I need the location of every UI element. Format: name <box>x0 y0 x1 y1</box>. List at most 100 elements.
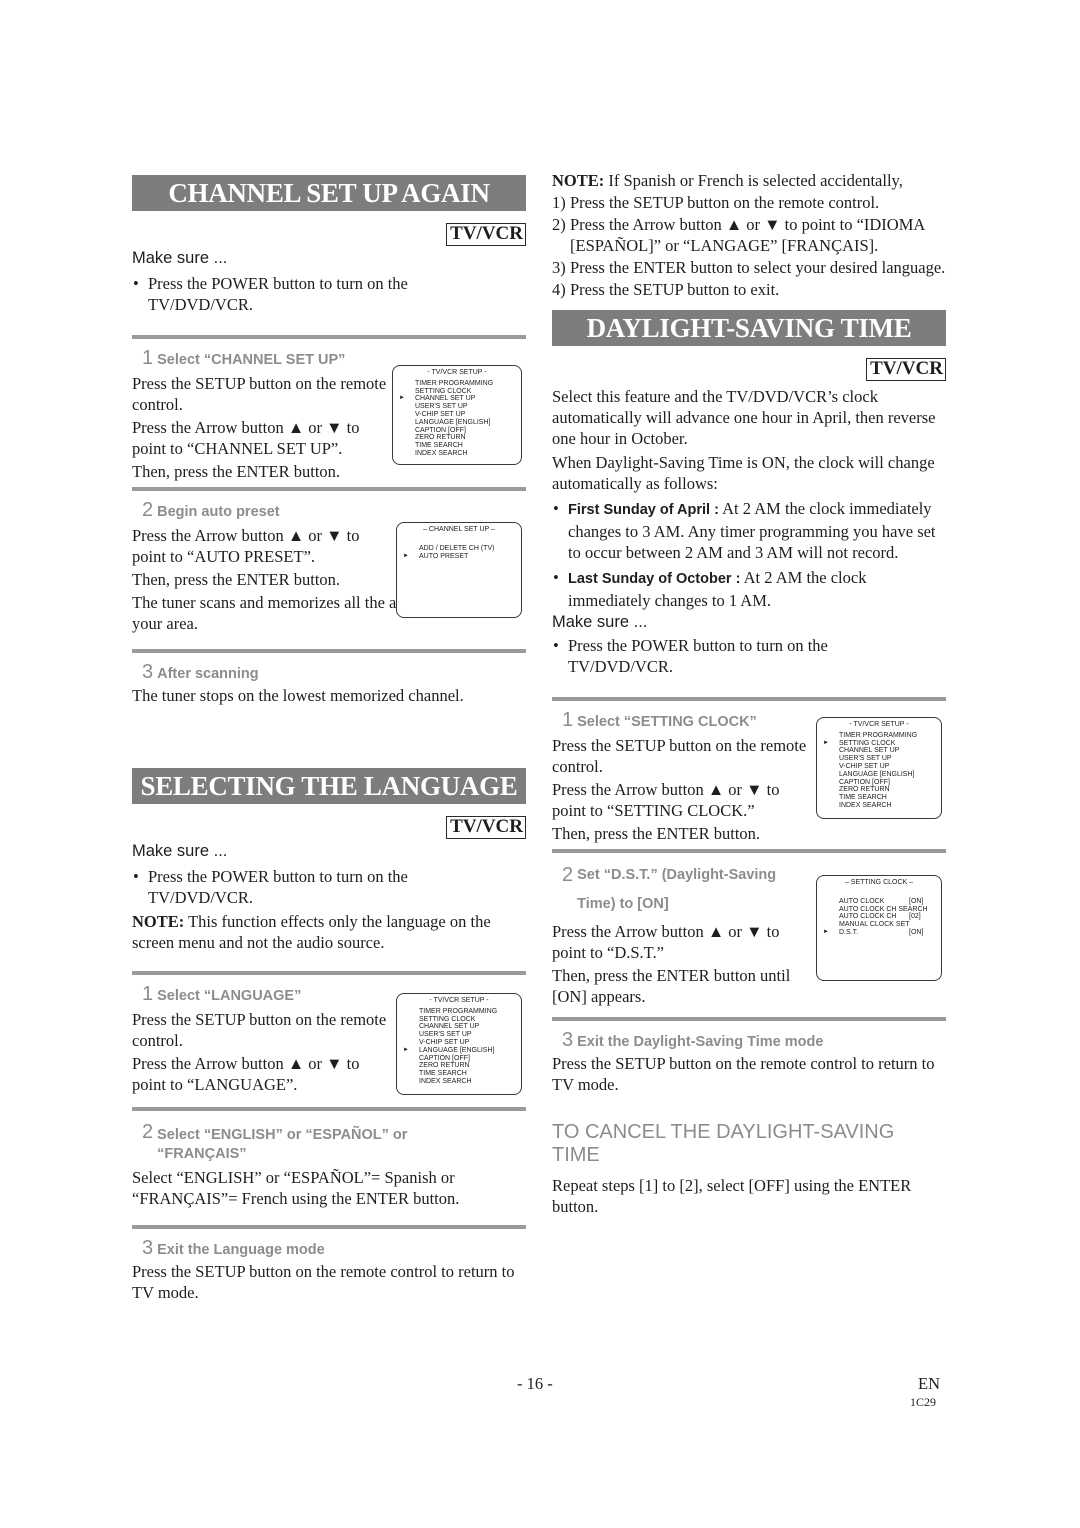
channel-step-1: 1 Select “CHANNEL SET UP” Press the SETUP… <box>132 347 526 482</box>
dst-intro: When Daylight-Saving Time is ON, the clo… <box>552 453 935 493</box>
mode-badge-tv-vcr: TV/VCR <box>446 816 526 839</box>
setting-clock-menu-screen: – SETTING CLOCK – AUTO CLOCK [ON] AUTO CLOC… <box>816 875 942 981</box>
step-paragraph: Select “ENGLISH” or “ESPAÑOL”= Spanish o… <box>132 1168 460 1208</box>
divider <box>552 697 946 701</box>
divider <box>132 649 526 653</box>
step-paragraph: Then, press the ENTER button until [ON] … <box>552 966 791 1006</box>
step-paragraph: Press the SETUP button on the remote con… <box>132 1262 515 1302</box>
menu-item: USER'S SET UP <box>839 755 892 763</box>
divider <box>552 1017 946 1021</box>
screen-title: - TV/VCR SETUP - <box>429 997 489 1004</box>
menu-item-selected: LANGUAGE [ENGLISH] <box>397 1047 521 1055</box>
language-step-3: 3 Exit the Language mode Press the SETUP … <box>132 1237 526 1303</box>
step-paragraph: The tuner stops on the lowest memorized … <box>132 686 464 705</box>
list-item: 2) Press the Arrow button ▲ or ▼ to point… <box>552 215 925 255</box>
step-paragraph: Press the Arrow button ▲ or ▼ to point t… <box>552 780 780 820</box>
note-paragraph: NOTE: This function effects only the lan… <box>132 911 526 953</box>
menu-item: SETTING CLOCK <box>419 1015 476 1023</box>
step-paragraph: Then, press the ENTER button. <box>132 570 341 589</box>
section-title-dst: DAYLIGHT-SAVING TIME <box>552 310 946 346</box>
menu-item: ZERO RETURN <box>839 786 890 794</box>
mode-badge-tv-vcr: TV/VCR <box>446 223 526 246</box>
right-column: NOTE: If Spanish or French is selected a… <box>552 170 946 1217</box>
tv-setup-menu-screen: - TV/VCR SETUP - TIMER PROGRAMMINGSETTING… <box>396 993 522 1095</box>
step-paragraph: Press the Arrow button ▲ or ▼ to point t… <box>132 1054 360 1094</box>
dst-bullet-april: First Sunday of April : At 2 AM the cloc… <box>552 498 946 563</box>
mode-badge-tv-vcr: TV/VCR <box>866 358 946 381</box>
dst-intro: Select this feature and the TV/DVD/VCR’s… <box>552 387 936 448</box>
note-text: This function effects only the language … <box>132 912 491 952</box>
screen-title: – SETTING CLOCK – <box>844 879 914 886</box>
menu-item: TIME SEARCH <box>415 442 463 450</box>
power-bullet: Press the POWER button to turn on the TV… <box>552 635 868 677</box>
step-number: 3 <box>142 1237 154 1259</box>
menu-item: V-CHIP SET UP <box>415 410 466 418</box>
step-paragraph: Press the SETUP button on the remote con… <box>552 736 807 776</box>
step-heading: Exit the Daylight-Saving Time mode <box>577 1034 824 1050</box>
divider <box>132 335 526 339</box>
make-sure-label: Make sure ... <box>132 249 228 267</box>
menu-item: ZERO RETURN <box>415 434 466 442</box>
note-steps-list: 1) Press the SETUP button on the remote c… <box>552 192 946 300</box>
menu-item: INDEX SEARCH <box>419 1077 472 1085</box>
dst-step-3: 3 Exit the Daylight-Saving Time mode Pres… <box>552 1029 946 1095</box>
menu-item: AUTO CLOCK CH SEARCH <box>839 905 928 913</box>
step-heading: Select “LANGUAGE” <box>157 988 302 1004</box>
step-heading: Select “CHANNEL SET UP” <box>157 352 346 368</box>
tv-setup-menu-screen: - TV/VCR SETUP - TIMER PROGRAMMINGSETTING… <box>392 365 522 465</box>
list-item: 3) Press the ENTER button to select your … <box>552 258 946 277</box>
note-label: NOTE: <box>132 912 185 931</box>
list-item: 1) Press the SETUP button on the remote c… <box>552 193 880 212</box>
step-paragraph: Press the SETUP button on the remote con… <box>132 374 387 414</box>
step-number: 1 <box>562 709 574 731</box>
menu-item-selected: CHANNEL SET UP <box>393 395 521 403</box>
menu-item: INDEX SEARCH <box>415 449 468 457</box>
step-heading: Select “SETTING CLOCK” <box>577 714 757 730</box>
cancel-dst-text: Repeat steps [1] to [2], select [OFF] us… <box>552 1176 912 1216</box>
divider <box>132 487 526 491</box>
step-paragraph: Then, press the ENTER button. <box>552 824 761 843</box>
step-paragraph: Press the Arrow button ▲ or ▼ to point t… <box>552 922 780 962</box>
menu-item: USER'S SET UP <box>419 1031 472 1039</box>
menu-item: CHANNEL SET UP <box>419 1023 480 1031</box>
step-heading: Set “D.S.T.” (Daylight-Saving Time) to [… <box>577 867 777 912</box>
step-number: 3 <box>562 1029 574 1051</box>
menu-item: CAPTION [OFF] <box>415 426 466 434</box>
menu-item: ZERO RETURN <box>419 1062 470 1070</box>
menu-item: MANUAL CLOCK SET <box>839 921 910 929</box>
menu-item: TIMER PROGRAMMING <box>419 1007 498 1015</box>
channel-setup-menu-screen: – CHANNEL SET UP – ADD / DELETE CH (TV)AU… <box>396 522 522 618</box>
make-sure-label: Make sure ... <box>552 613 648 631</box>
cancel-dst-heading: TO CANCEL THE DAYLIGHT-SAVING TIME <box>552 1121 895 1166</box>
menu-item: AUTO CLOCK CH [02] <box>839 913 921 921</box>
menu-item: TIMER PROGRAMMING <box>415 379 494 387</box>
step-heading: After scanning <box>157 666 259 682</box>
left-column: CHANNEL SET UP AGAIN TV/VCR Make sure ..… <box>132 175 526 1303</box>
dst-step-2: 2 Set “D.S.T.” (Daylight-Saving Time) to … <box>552 861 946 1017</box>
screen-title: - TV/VCR SETUP - <box>427 369 487 376</box>
menu-item: INDEX SEARCH <box>839 801 892 809</box>
step-number: 1 <box>142 347 154 369</box>
channel-step-2: 2 Begin auto preset Press the Arrow butto… <box>132 499 526 639</box>
menu-item: CAPTION [OFF] <box>419 1054 470 1062</box>
step-paragraph: Press the SETUP button on the remote con… <box>132 1010 387 1050</box>
note-text: If Spanish or French is selected acciden… <box>608 171 903 190</box>
make-sure-label: Make sure ... <box>132 842 228 860</box>
menu-item: LANGUAGE [ENGLISH] <box>415 418 491 426</box>
model-code: 1C29 <box>910 1395 937 1409</box>
step-paragraph: Press the Arrow button ▲ or ▼ to point t… <box>132 418 360 458</box>
divider <box>132 971 526 975</box>
section-title-language: SELECTING THE LANGUAGE <box>132 768 526 804</box>
divider <box>552 849 946 853</box>
tv-setup-menu-screen: - TV/VCR SETUP - TIMER PROGRAMMINGSETTING… <box>816 717 942 819</box>
menu-item-selected: AUTO PRESET <box>397 553 521 561</box>
menu-item: TIME SEARCH <box>839 794 887 802</box>
section-title-channel-setup: CHANNEL SET UP AGAIN <box>132 175 526 211</box>
menu-item: TIMER PROGRAMMING <box>839 731 918 739</box>
step-number: 3 <box>142 661 154 683</box>
channel-step-3: 3 After scanning The tuner stops on the l… <box>132 661 526 706</box>
step-number: 2 <box>142 499 154 521</box>
menu-item: TIME SEARCH <box>419 1070 467 1078</box>
menu-item-selected: SETTING CLOCK <box>817 740 941 748</box>
power-bullet: Press the POWER button to turn on the TV… <box>132 273 448 315</box>
